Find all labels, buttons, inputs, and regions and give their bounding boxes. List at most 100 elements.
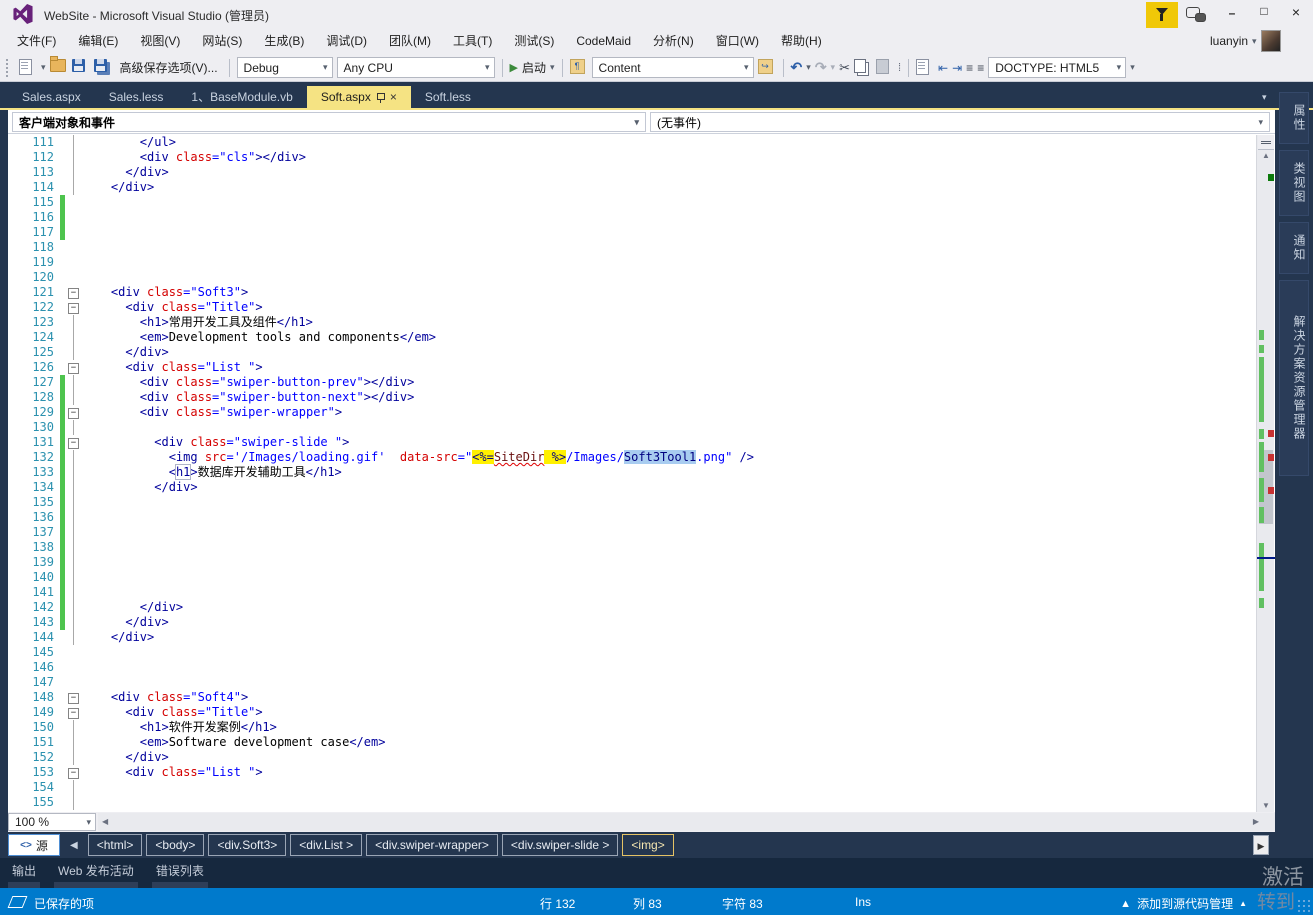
code-line[interactable]: 122− <div class="Title"> (8, 300, 1256, 315)
document-tab[interactable]: Sales.aspx (8, 86, 95, 108)
document-list-chevron-icon[interactable]: ▾ (1262, 92, 1267, 103)
fold-margin[interactable] (65, 150, 82, 165)
breadcrumb-chip[interactable]: <div.swiper-slide > (502, 834, 618, 856)
code-line[interactable]: 136 (8, 510, 1256, 525)
breadcrumb-chip[interactable]: <html> (88, 834, 143, 856)
solution-configuration-combo[interactable]: Debug▾ (237, 57, 333, 78)
start-play-icon[interactable]: ▶ (510, 61, 518, 74)
fold-margin[interactable] (65, 315, 82, 330)
side-tab-通知[interactable]: 通知 (1279, 222, 1309, 274)
fold-margin[interactable] (65, 270, 82, 285)
cut-icon[interactable]: ✂ (839, 60, 850, 76)
fold-margin[interactable] (65, 525, 82, 540)
save-icon[interactable] (72, 59, 90, 77)
side-tab-类视图[interactable]: 类视图 (1279, 150, 1309, 216)
fold-margin[interactable] (65, 480, 82, 495)
object-dropdown[interactable]: 客户端对象和事件▾ (12, 112, 646, 132)
fold-margin[interactable] (65, 615, 82, 630)
fold-margin[interactable]: − (65, 285, 82, 300)
code-line[interactable]: 146 (8, 660, 1256, 675)
fold-margin[interactable] (65, 165, 82, 180)
code-line[interactable]: 155 (8, 795, 1256, 810)
code-line[interactable]: 129− <div class="swiper-wrapper"> (8, 405, 1256, 420)
code-line[interactable]: 150 <h1>软件开发案例</h1> (8, 720, 1256, 735)
code-area[interactable]: 111 </ul>112 <div class="cls"></div>113 … (8, 135, 1256, 812)
zoom-combo[interactable]: 100 %▾ (8, 813, 96, 831)
fold-margin[interactable]: − (65, 435, 82, 450)
fold-margin[interactable] (65, 495, 82, 510)
toolbar-grip[interactable] (6, 59, 13, 77)
menu-item[interactable]: 调试(D) (315, 28, 378, 54)
code-line[interactable]: 145 (8, 645, 1256, 660)
fold-margin[interactable] (65, 510, 82, 525)
code-line[interactable]: 148− <div class="Soft4"> (8, 690, 1256, 705)
code-line[interactable]: 132 <img src='/Images/loading.gif' data-… (8, 450, 1256, 465)
fold-margin[interactable]: − (65, 765, 82, 780)
collapse-box-icon[interactable]: − (68, 408, 79, 419)
document-tab[interactable]: Soft.less (411, 86, 485, 108)
collapse-box-icon[interactable]: − (68, 693, 79, 704)
pin-icon[interactable] (377, 92, 384, 103)
browse-with-icon[interactable]: ¶ (570, 59, 588, 77)
fold-margin[interactable] (65, 180, 82, 195)
menu-item[interactable]: 工具(T) (442, 28, 503, 54)
code-line[interactable]: 126− <div class="List "> (8, 360, 1256, 375)
fold-margin[interactable]: − (65, 705, 82, 720)
menu-item[interactable]: 文件(F) (6, 28, 67, 54)
code-line[interactable]: 151 <em>Software development case</em> (8, 735, 1256, 750)
fold-margin[interactable] (65, 345, 82, 360)
menu-item[interactable]: 帮助(H) (770, 28, 833, 54)
start-button[interactable]: 启动 (522, 59, 546, 76)
doctype-combo[interactable]: DOCTYPE: HTML5▾ (988, 57, 1126, 78)
minimize-button[interactable]: – (1218, 6, 1246, 22)
document-tab[interactable]: Sales.less (95, 86, 178, 108)
fold-margin[interactable] (65, 465, 82, 480)
new-item-icon[interactable] (19, 59, 37, 77)
collapse-box-icon[interactable]: − (68, 288, 79, 299)
event-dropdown[interactable]: (无事件)▾ (650, 112, 1270, 132)
code-line[interactable]: 139 (8, 555, 1256, 570)
add-to-source-control-button[interactable]: ▲ 添加到源代码管理 ▲ (1120, 895, 1247, 912)
fold-margin[interactable] (65, 450, 82, 465)
code-line[interactable]: 115 (8, 195, 1256, 210)
code-line[interactable]: 135 (8, 495, 1256, 510)
fold-margin[interactable] (65, 375, 82, 390)
fold-margin[interactable] (65, 330, 82, 345)
menu-item[interactable]: 生成(B) (253, 28, 315, 54)
code-line[interactable]: 117 (8, 225, 1256, 240)
fold-margin[interactable] (65, 585, 82, 600)
fold-margin[interactable] (65, 795, 82, 810)
collapse-box-icon[interactable]: − (68, 438, 79, 449)
user-account[interactable]: luanyin ▾ (1210, 28, 1281, 54)
solution-platform-combo[interactable]: Any CPU▾ (337, 57, 495, 78)
code-line[interactable]: 118 (8, 240, 1256, 255)
save-all-icon[interactable] (94, 59, 112, 77)
code-line[interactable]: 143 </div> (8, 615, 1256, 630)
breadcrumb-chip[interactable]: <body> (146, 834, 204, 856)
notifications-filter-button[interactable] (1146, 2, 1178, 28)
fold-margin[interactable] (65, 135, 82, 150)
document-outline-icon[interactable] (916, 59, 934, 77)
code-line[interactable]: 137 (8, 525, 1256, 540)
copy-icon[interactable] (854, 59, 872, 77)
panel-tab[interactable]: Web 发布活动 (54, 858, 138, 888)
breadcrumb-chip[interactable]: <div.Soft3> (208, 834, 286, 856)
code-line[interactable]: 131− <div class="swiper-slide "> (8, 435, 1256, 450)
fold-margin[interactable] (65, 210, 82, 225)
code-line[interactable]: 141 (8, 585, 1256, 600)
code-line[interactable]: 142 </div> (8, 600, 1256, 615)
undo-icon[interactable]: ↶ (791, 59, 803, 76)
fold-margin[interactable] (65, 735, 82, 750)
scroll-down-icon[interactable]: ▼ (1257, 801, 1275, 810)
menu-item[interactable]: 编辑(E) (67, 28, 129, 54)
fold-margin[interactable] (65, 600, 82, 615)
avatar[interactable] (1261, 30, 1281, 52)
code-line[interactable]: 152 </div> (8, 750, 1256, 765)
advanced-save-options-button[interactable]: 高级保存选项(V)... (120, 59, 218, 76)
fold-margin[interactable]: − (65, 360, 82, 375)
code-line[interactable]: 119 (8, 255, 1256, 270)
horizontal-scrollbar[interactable]: ◀ ▶ (98, 813, 1275, 831)
code-line[interactable]: 124 <em>Development tools and components… (8, 330, 1256, 345)
collapse-box-icon[interactable]: − (68, 708, 79, 719)
menu-item[interactable]: 测试(S) (503, 28, 565, 54)
